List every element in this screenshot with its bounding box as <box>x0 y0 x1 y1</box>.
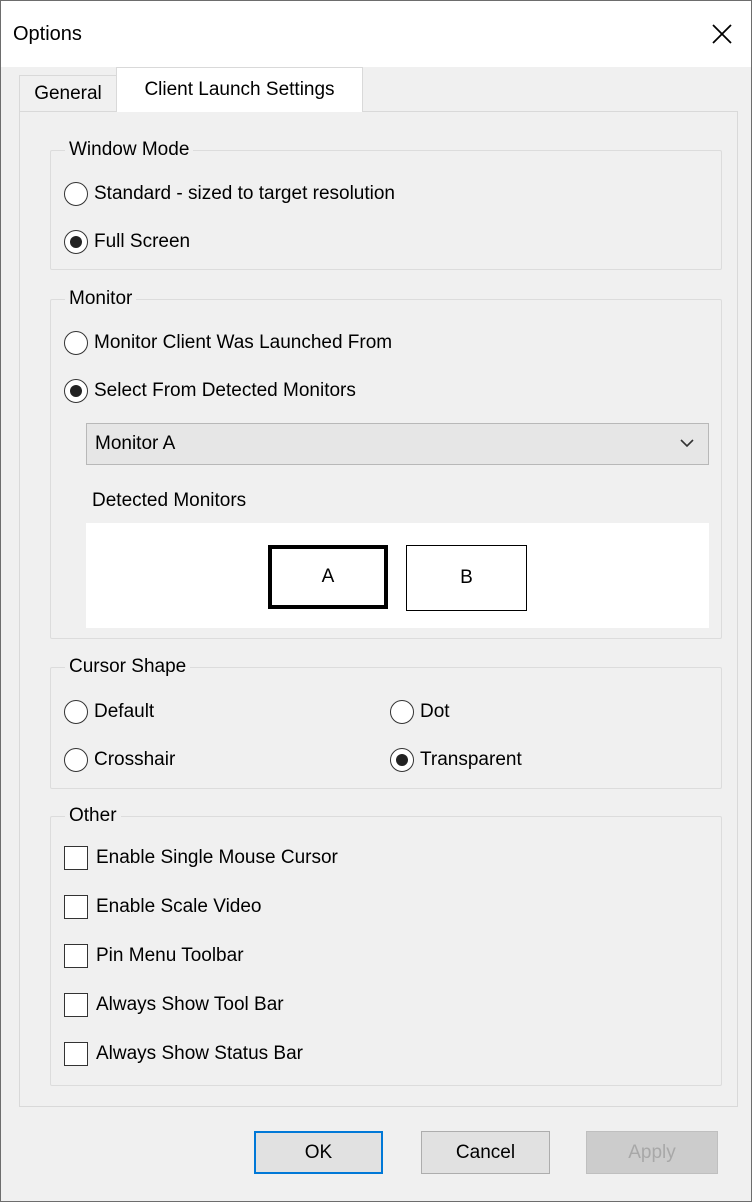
radio-cursor-default[interactable]: Default <box>64 700 154 724</box>
client-launch-settings-panel: Window Mode Standard - sized to target r… <box>19 111 738 1107</box>
check-pin-menu-toolbar-box <box>64 944 88 968</box>
check-always-show-tool-bar-box <box>64 993 88 1017</box>
radio-cursor-transparent-label: Transparent <box>420 749 522 770</box>
radio-select-detected-label: Select From Detected Monitors <box>94 380 356 401</box>
radio-full-screen-label: Full Screen <box>94 231 191 252</box>
monitor-select-value: Monitor A <box>95 433 176 454</box>
check-single-mouse-cursor-label: Enable Single Mouse Cursor <box>96 847 338 868</box>
close-button[interactable] <box>705 17 739 51</box>
radio-cursor-default-indicator <box>64 700 88 724</box>
radio-standard-indicator <box>64 182 88 206</box>
radio-cursor-crosshair-indicator <box>64 748 88 772</box>
radio-cursor-dot-indicator <box>390 700 414 724</box>
cancel-button[interactable]: Cancel <box>421 1131 550 1174</box>
radio-standard-label: Standard - sized to target resolution <box>94 183 396 204</box>
radio-cursor-crosshair[interactable]: Crosshair <box>64 748 175 772</box>
check-single-mouse-cursor[interactable]: Enable Single Mouse Cursor <box>64 846 338 870</box>
other-group: Other Enable Single Mouse Cursor Enable … <box>50 804 722 1086</box>
monitor-b-tile[interactable]: B <box>406 545 527 611</box>
radio-cursor-dot-label: Dot <box>420 701 450 722</box>
tab-client-launch-settings[interactable]: Client Launch Settings <box>116 67 363 112</box>
cursor-shape-label: Cursor Shape <box>65 655 191 679</box>
radio-cursor-transparent[interactable]: Transparent <box>390 748 522 772</box>
radio-cursor-dot[interactable]: Dot <box>390 700 450 724</box>
check-always-show-status-bar[interactable]: Always Show Status Bar <box>64 1042 303 1066</box>
apply-button[interactable]: Apply <box>586 1131 718 1174</box>
check-always-show-status-bar-label: Always Show Status Bar <box>96 1043 303 1064</box>
monitor-select[interactable]: Monitor A <box>86 423 709 465</box>
check-always-show-status-bar-box <box>64 1042 88 1066</box>
detected-monitors-area: A B <box>86 523 709 628</box>
check-scale-video-box <box>64 895 88 919</box>
check-always-show-tool-bar-label: Always Show Tool Bar <box>96 994 284 1015</box>
close-icon <box>712 24 732 44</box>
window-mode-group: Window Mode Standard - sized to target r… <box>50 138 722 270</box>
monitor-a-label: A <box>321 566 335 587</box>
check-scale-video[interactable]: Enable Scale Video <box>64 895 262 919</box>
radio-standard[interactable]: Standard - sized to target resolution <box>64 182 395 206</box>
window-mode-label: Window Mode <box>65 138 194 162</box>
radio-select-detected[interactable]: Select From Detected Monitors <box>64 379 356 403</box>
chevron-down-icon <box>680 439 694 448</box>
radio-cursor-crosshair-label: Crosshair <box>94 749 176 770</box>
title-bar: Options <box>1 1 751 67</box>
monitor-label: Monitor <box>65 287 137 311</box>
other-label: Other <box>65 804 121 828</box>
options-dialog: Options General Client Launch Settings W… <box>0 0 752 1202</box>
check-pin-menu-toolbar[interactable]: Pin Menu Toolbar <box>64 944 244 968</box>
check-single-mouse-cursor-box <box>64 846 88 870</box>
radio-monitor-launched-from-indicator <box>64 331 88 355</box>
radio-monitor-launched-from[interactable]: Monitor Client Was Launched From <box>64 331 392 355</box>
radio-cursor-transparent-indicator <box>390 748 414 772</box>
check-scale-video-label: Enable Scale Video <box>96 896 262 917</box>
radio-monitor-launched-from-label: Monitor Client Was Launched From <box>94 332 393 353</box>
monitor-a-tile[interactable]: A <box>268 545 388 609</box>
window-title: Options <box>13 23 82 45</box>
tab-general[interactable]: General <box>19 75 117 111</box>
radio-full-screen-indicator <box>64 230 88 254</box>
ok-button[interactable]: OK <box>254 1131 383 1174</box>
radio-select-detected-indicator <box>64 379 88 403</box>
cursor-shape-group: Cursor Shape Default Dot Crosshair Trans… <box>50 655 722 789</box>
check-pin-menu-toolbar-label: Pin Menu Toolbar <box>96 945 244 966</box>
radio-cursor-default-label: Default <box>94 701 155 722</box>
radio-full-screen[interactable]: Full Screen <box>64 230 190 254</box>
check-always-show-tool-bar[interactable]: Always Show Tool Bar <box>64 993 284 1017</box>
tab-general-label: General <box>34 82 102 104</box>
tab-client-launch-settings-label: Client Launch Settings <box>144 79 335 100</box>
detected-monitors-label: Detected Monitors <box>92 490 247 511</box>
monitor-b-label: B <box>460 567 473 588</box>
